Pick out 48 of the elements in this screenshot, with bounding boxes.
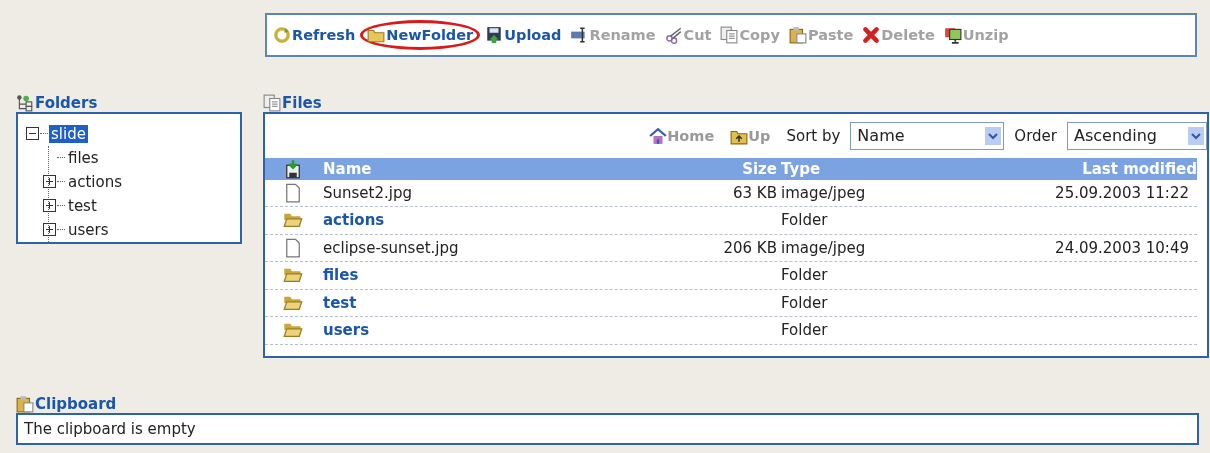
table-cell-text: Folder [780,266,829,285]
monitor-icon [943,26,962,44]
table-cell-text: image/jpeg [780,238,867,257]
folder-link[interactable]: files [323,266,687,285]
refresh-icon [273,26,291,44]
expander-icon[interactable] [43,175,56,189]
clipboard-icon [788,26,807,44]
table-cell-text: Folder [780,211,829,230]
toolbar-button[interactable]: Upload [485,26,562,44]
table-cell-text: 24.09.2003 10:49 [1054,238,1190,257]
disk-download-icon [283,158,303,179]
tree-item[interactable]: actions [66,172,124,191]
order-dropdown[interactable]: Ascending [1067,121,1207,150]
sort-dropdown[interactable]: Name [850,121,1005,150]
expander-icon[interactable] [26,127,39,141]
field-label: Order [1014,126,1057,145]
clipboard-text: The clipboard is empty [24,420,196,439]
panel-title: Folders [35,93,98,112]
file-icon [283,182,303,203]
folder-link[interactable]: actions [323,211,687,230]
file-icon [283,237,303,258]
folder-link[interactable]: test [323,293,687,312]
copy-icon [720,26,739,44]
table-cell-text: Sunset2.jpg [323,183,413,202]
table-cell-text: 63 KB [732,183,777,202]
field-label: Sort by [786,126,841,145]
tree-item[interactable]: users [66,220,111,239]
table-cell-text: Folder [780,321,829,340]
table-cell-text: 206 KB [722,238,777,257]
tree-item[interactable]: files [66,148,101,167]
panel-title: Clipboard [35,395,117,414]
expander-icon[interactable] [43,223,56,237]
folder-link[interactable]: users [323,321,687,340]
tree-icon [16,93,34,112]
table-cell-text: eclipse-sunset.jpg [323,238,460,257]
table-cell-text: image/jpeg [780,183,867,202]
panel-title: Files [282,93,322,112]
floppy-icon [485,26,504,44]
home-icon [649,126,668,145]
table-cell-text: 25.09.2003 11:22 [1054,183,1190,202]
expander-icon[interactable] [43,199,56,213]
toolbar-button[interactable]: Refresh [273,26,356,44]
delete-icon [862,26,881,44]
toolbar-button[interactable]: NewFolder [360,20,481,50]
table-cell-text: Folder [780,293,829,312]
scissors-icon [664,26,683,44]
tree-item[interactable]: slide [49,124,88,143]
tree-item[interactable]: test [66,196,99,215]
